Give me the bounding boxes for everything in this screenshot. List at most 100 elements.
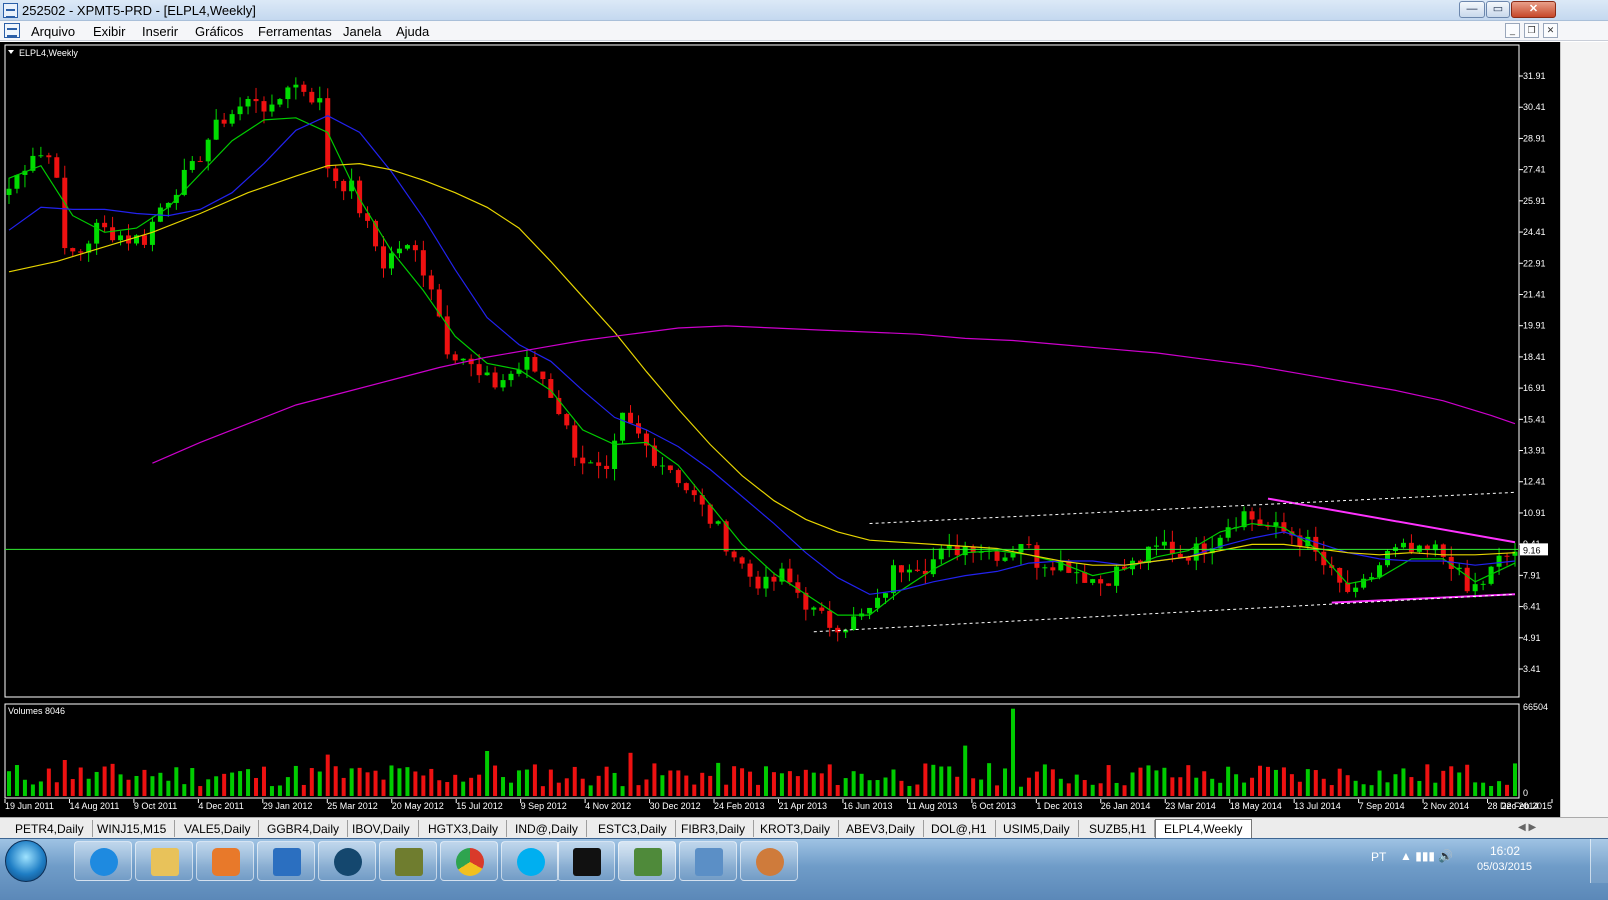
tab-estc3-daily[interactable]: ESTC3,Daily (590, 820, 676, 837)
minimize-window-button[interactable]: — (1459, 1, 1485, 18)
volume-bar (516, 770, 521, 796)
chrome-icon (456, 848, 484, 876)
taskbar-skype[interactable] (501, 841, 559, 881)
taskbar-internet-explorer[interactable] (74, 841, 132, 881)
tab-suzb5-h1[interactable]: SUZB5,H1 (1081, 820, 1156, 837)
candle-body (189, 161, 195, 170)
menu-exibir[interactable]: Exibir (93, 24, 126, 39)
tab-hgtx3-daily[interactable]: HGTX3,Daily (420, 820, 508, 837)
price-tick-label: 6.41 (1523, 602, 1541, 612)
menu-arquivo[interactable]: Arquivo (31, 24, 75, 39)
candle-body (229, 114, 235, 124)
volume-bar (1297, 781, 1302, 796)
volume-bar (230, 772, 235, 796)
volume-bar (763, 766, 768, 796)
candle-body (867, 607, 873, 614)
mdi-restore-button[interactable]: ❐ (1524, 23, 1539, 38)
taskbar-file-explorer[interactable] (135, 841, 193, 881)
date-tick-label: 30 Dec 2012 (650, 801, 701, 811)
date-tick-label: 29 Jan 2012 (263, 801, 313, 811)
volume-bar (612, 772, 617, 796)
price-tick-label: 24.41 (1523, 227, 1546, 237)
volume-bar (1457, 772, 1462, 796)
volume-bar (150, 776, 155, 796)
candle-body (1018, 544, 1024, 553)
candle-body (811, 607, 817, 610)
volume-bar (7, 771, 11, 796)
tab-ind-daily[interactable]: IND@,Daily (507, 820, 587, 837)
candle-body (1472, 584, 1478, 592)
clock-time[interactable]: 16:02 (1490, 844, 1520, 858)
candle-body (62, 177, 68, 249)
chart-window[interactable]: ELPL4,Weekly 31.91 30.41 28.91 27.41 25.91 24.… (0, 42, 1608, 817)
price-chart[interactable]: ELPL4,Weekly 31.91 30.41 28.91 27.41 25.91 24.… (0, 42, 1560, 817)
taskbar-picture-app[interactable] (679, 841, 737, 881)
menu-inserir[interactable]: Inserir (142, 24, 178, 39)
volume-bar (317, 771, 322, 796)
menu-ajuda[interactable]: Ajuda (396, 24, 429, 39)
menu-janela[interactable]: Janela (343, 24, 381, 39)
taskbar-paint[interactable] (740, 841, 798, 881)
tab-usim5-daily[interactable]: USIM5,Daily (995, 820, 1079, 837)
candle-body (6, 188, 12, 195)
candle-body (875, 597, 881, 608)
maximize-window-button[interactable]: ▭ (1486, 1, 1510, 18)
price-tick-label: 19.91 (1523, 321, 1546, 331)
candle-body (301, 84, 307, 92)
mdi-minimize-button[interactable]: _ (1505, 23, 1520, 38)
tab-ggbr4-daily[interactable]: GGBR4,Daily (259, 820, 349, 837)
tab-dol-h1[interactable]: DOL@,H1 (923, 820, 996, 837)
tray-icons[interactable]: ▲ ▮▮▮ 🔊 (1400, 849, 1453, 863)
taskbar-media-player[interactable] (196, 841, 254, 881)
taskbar-hp[interactable] (318, 841, 376, 881)
taskbar-metatrader[interactable] (618, 841, 676, 881)
date-tick-label: 4 Dec 2011 (198, 801, 243, 811)
tab-vale5-daily[interactable]: VALE5,Daily (176, 820, 260, 837)
candle-body (548, 379, 554, 398)
volume-bar (1273, 769, 1278, 796)
volume-bar (604, 766, 609, 796)
candle-body (428, 275, 434, 290)
taskbar-arrow-app[interactable] (257, 841, 315, 881)
taskbar-xp[interactable] (557, 841, 615, 881)
show-desktop-button[interactable] (1590, 839, 1608, 883)
candle-body (1273, 522, 1279, 526)
tab-elpl4-weekly[interactable]: ELPL4,Weekly (1155, 819, 1252, 838)
volume-bar (835, 785, 840, 796)
menu-graficos[interactable]: Gráficos (195, 24, 243, 39)
clock-date[interactable]: 05/03/2015 (1477, 861, 1532, 873)
taskbar-cash-register[interactable] (379, 841, 437, 881)
volume-bar (724, 784, 729, 796)
menu-ferramentas[interactable]: Ferramentas (258, 24, 332, 39)
trend-line (1267, 497, 1516, 544)
internet-explorer-icon (90, 848, 118, 876)
metatrader-icon (634, 848, 662, 876)
price-panel-border (4, 44, 1520, 698)
current-price-label: 9.16 (1523, 545, 1541, 555)
taskbar-chrome[interactable] (440, 841, 498, 881)
volume-bar (1106, 765, 1111, 796)
tab-abev3-daily[interactable]: ABEV3,Daily (838, 820, 924, 837)
tab-fibr3-daily[interactable]: FIBR3,Daily (673, 820, 755, 837)
candle-body (747, 563, 753, 577)
volume-bar (94, 771, 99, 796)
chart-window-icon[interactable] (4, 23, 20, 38)
start-button[interactable] (5, 840, 47, 882)
candle-body (1504, 555, 1510, 557)
volume-bar (206, 779, 211, 796)
menu-bar: Arquivo Exibir Inserir Gráficos Ferramen… (0, 21, 1608, 41)
volume-bar (1489, 785, 1494, 796)
volume-bar (1026, 777, 1031, 796)
volume-bar (365, 772, 370, 796)
tab-krot3-daily[interactable]: KROT3,Daily (752, 820, 840, 837)
volume-bar (1003, 768, 1008, 796)
volume-bar (596, 775, 601, 796)
tab-ibov-daily[interactable]: IBOV,Daily (344, 820, 419, 837)
tab-winj15-m15[interactable]: WINJ15,M15 (89, 820, 176, 837)
close-window-button[interactable]: ✕ (1511, 1, 1556, 18)
mdi-close-button[interactable]: ✕ (1543, 23, 1558, 38)
tab-petr4-daily[interactable]: PETR4,Daily (7, 820, 93, 837)
tab-scroll-arrows[interactable]: ◀ ▶ (1518, 822, 1536, 833)
volume-bar (301, 784, 306, 796)
language-indicator[interactable]: PT (1371, 850, 1386, 864)
